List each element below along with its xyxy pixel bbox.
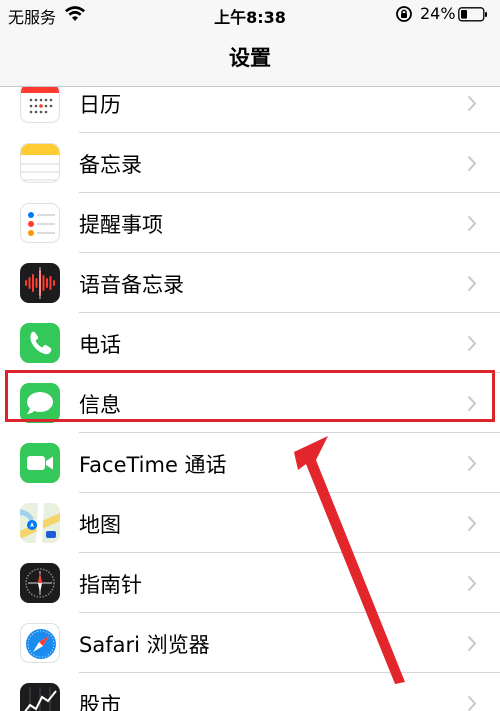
settings-row-reminders[interactable]: 提醒事项 xyxy=(0,193,500,253)
chevron-right-icon xyxy=(467,335,477,356)
settings-row-label: 提醒事项 xyxy=(79,213,163,237)
battery-icon xyxy=(458,7,488,26)
chevron-right-icon xyxy=(467,95,477,116)
settings-row-stocks[interactable]: 股市 xyxy=(0,673,500,711)
chevron-right-icon xyxy=(467,695,477,711)
safari-icon xyxy=(20,623,60,663)
chevron-right-icon xyxy=(467,575,477,596)
facetime-icon xyxy=(20,443,60,483)
chevron-right-icon xyxy=(467,515,477,536)
settings-row-label: FaceTime 通话 xyxy=(79,453,227,477)
settings-row-compass[interactable]: 指南针 xyxy=(0,553,500,613)
compass-icon xyxy=(20,563,60,603)
settings-row-notes[interactable]: 备忘录 xyxy=(0,133,500,193)
settings-row-maps[interactable]: 地图 xyxy=(0,493,500,553)
chevron-right-icon xyxy=(467,275,477,296)
settings-row-label: 语音备忘录 xyxy=(79,273,184,297)
notes-icon xyxy=(20,143,60,183)
chevron-right-icon xyxy=(467,455,477,476)
settings-row-label: 指南针 xyxy=(79,573,142,597)
settings-row-label: 日历 xyxy=(79,93,121,117)
nav-bar: 设置 xyxy=(0,30,500,87)
stocks-icon xyxy=(20,683,60,711)
rotation-lock-icon xyxy=(395,5,413,27)
settings-row-calendar[interactable]: 日历 xyxy=(0,87,500,133)
settings-row-label: Safari 浏览器 xyxy=(79,633,210,657)
highlight-box xyxy=(5,370,495,422)
battery-percent: 24% xyxy=(420,4,456,23)
settings-row-label: 电话 xyxy=(79,333,121,357)
status-bar: 无服务 上午8:38 24% xyxy=(0,0,500,30)
chevron-right-icon xyxy=(467,155,477,176)
calendar-icon xyxy=(20,87,60,123)
settings-row-label: 地图 xyxy=(79,513,121,537)
settings-row-label: 备忘录 xyxy=(79,153,142,177)
settings-row-voice-memos[interactable]: 语音备忘录 xyxy=(0,253,500,313)
page-title: 设置 xyxy=(229,46,271,70)
phone-icon xyxy=(20,323,60,363)
chevron-right-icon xyxy=(467,635,477,656)
settings-row-phone[interactable]: 电话 xyxy=(0,313,500,373)
chevron-right-icon xyxy=(467,215,477,236)
reminders-icon xyxy=(20,203,60,243)
settings-row-label: 股市 xyxy=(79,693,121,711)
maps-icon xyxy=(20,503,60,543)
voice-memos-icon xyxy=(20,263,60,303)
settings-row-facetime[interactable]: FaceTime 通话 xyxy=(0,433,500,493)
settings-row-safari[interactable]: Safari 浏览器 xyxy=(0,613,500,673)
